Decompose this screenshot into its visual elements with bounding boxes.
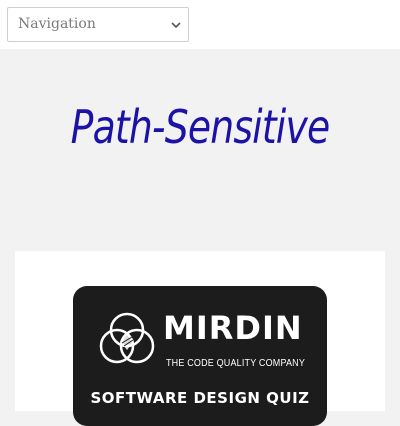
top-bar: Navigation — [0, 0, 400, 49]
mirdin-banner-image[interactable]: MIRDIN THE CODE QUALITY COMPANY SOFTWARE… — [73, 286, 327, 426]
post-card: MIRDIN THE CODE QUALITY COMPANY SOFTWARE… — [15, 251, 385, 426]
brand-tagline: THE CODE QUALITY COMPANY — [166, 358, 306, 369]
navigation-select-value: Navigation — [18, 16, 96, 32]
chevron-down-icon — [171, 22, 181, 29]
site-title[interactable]: Path-Sensitive — [36, 100, 364, 154]
navigation-select[interactable]: Navigation — [7, 7, 189, 42]
venn-circles-logo-icon — [99, 312, 155, 364]
quiz-title: SOFTWARE DESIGN QUIZ — [90, 389, 310, 407]
brand-name: MIRDIN — [163, 309, 303, 347]
